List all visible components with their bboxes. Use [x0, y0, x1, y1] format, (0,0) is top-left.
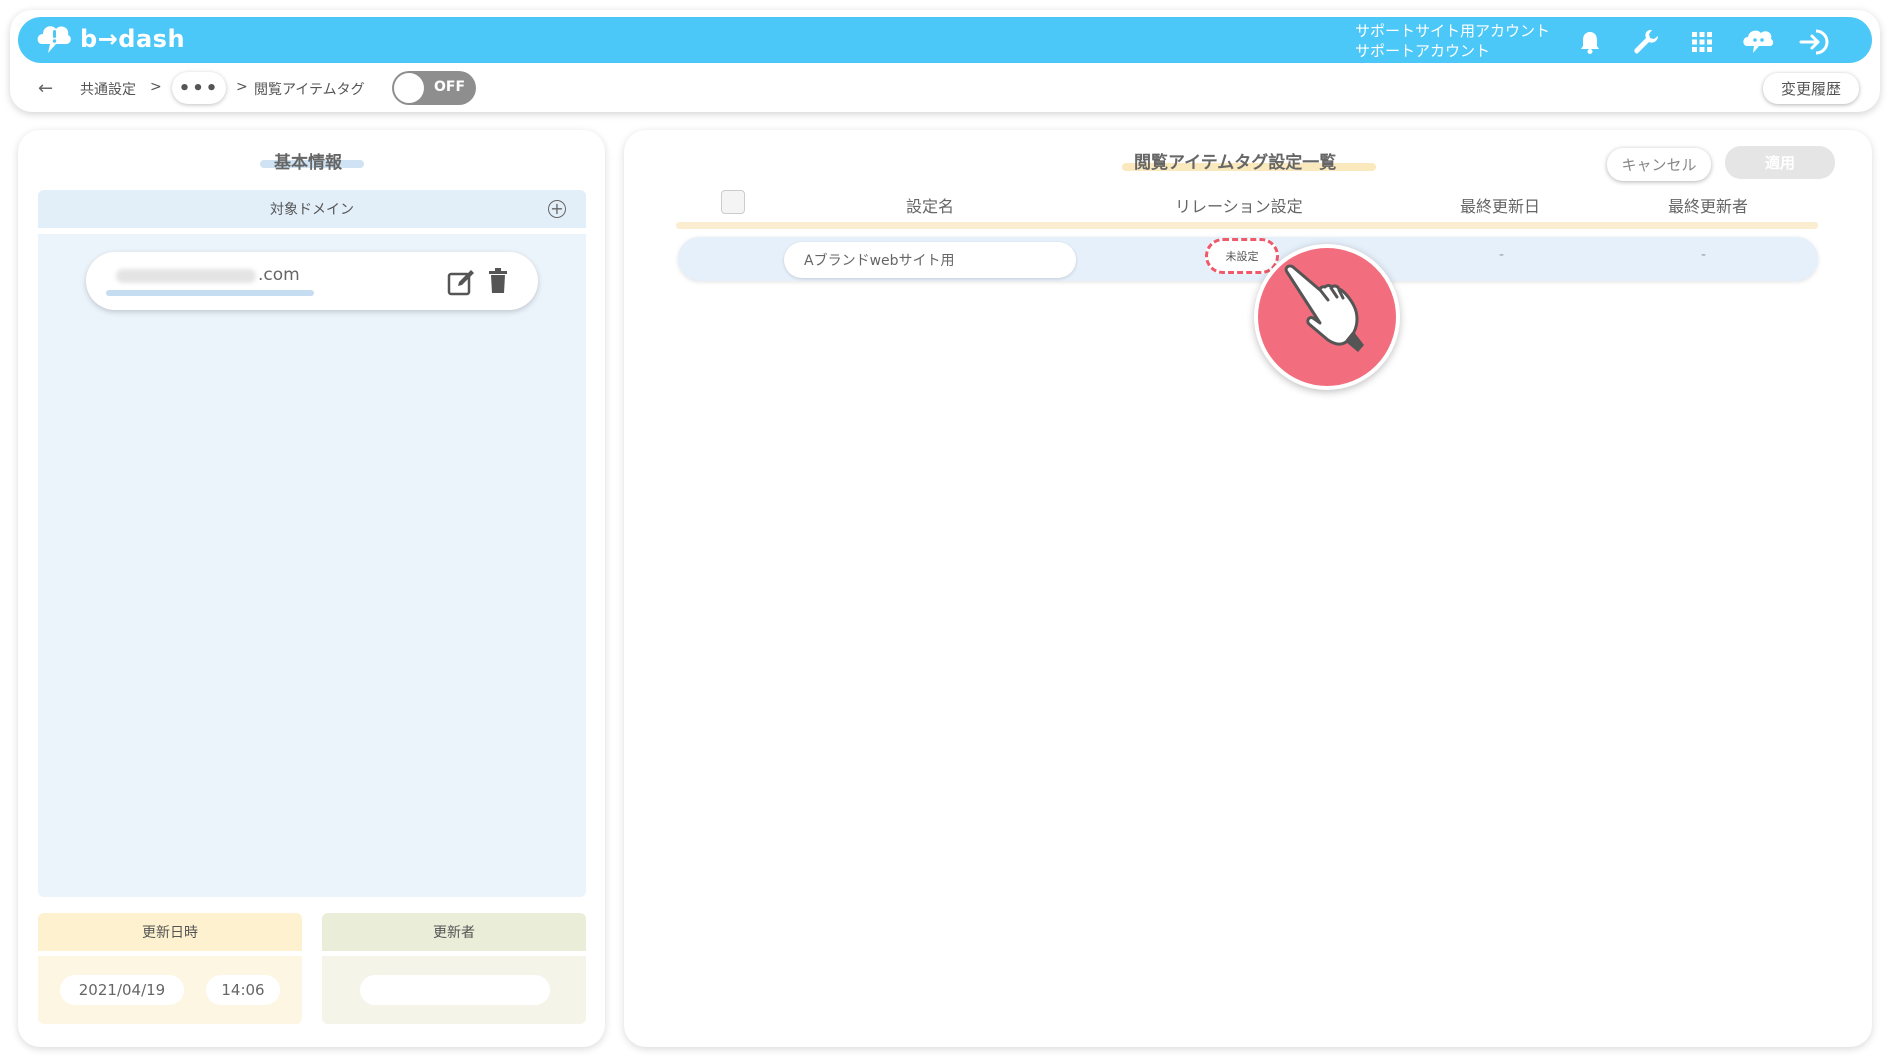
logout-icon[interactable] [1798, 26, 1830, 58]
target-domain-header: 対象ドメイン + [38, 190, 586, 228]
wrench-icon[interactable] [1630, 26, 1662, 58]
basic-info-title: 基本情報 [274, 153, 342, 173]
updated-at-body: 2021/04/19 14:06 [38, 956, 302, 1024]
cancel-button[interactable]: キャンセル [1607, 148, 1711, 181]
apply-button[interactable]: 適用 [1725, 146, 1835, 179]
tag-settings-title: 閲覧アイテムタグ設定一覧 [1134, 153, 1337, 173]
breadcrumb-item-common[interactable]: 共通設定 [80, 79, 136, 99]
account-sub: サポートアカウント [1355, 42, 1491, 60]
updated-date: 2021/04/19 [60, 975, 184, 1005]
breadcrumb: ← 共通設定 > ••• > 閲覧アイテムタグ OFF 変更履歴 [0, 70, 1890, 106]
column-header-name: 設定名 [906, 197, 955, 216]
target-domain-label: 対象ドメイン [270, 202, 354, 218]
domain-item[interactable]: .com [86, 252, 538, 310]
toggle-knob [394, 73, 424, 103]
updater-header: 更新者 [322, 913, 586, 951]
change-history-button[interactable]: 変更履歴 [1763, 73, 1859, 104]
domain-redacted [116, 269, 256, 283]
breadcrumb-separator: > [236, 79, 248, 95]
breadcrumb-more-button[interactable]: ••• [172, 72, 226, 104]
breadcrumb-current: 閲覧アイテムタグ [254, 82, 365, 98]
updater-value [360, 975, 550, 1005]
domain-suffix: .com [258, 265, 300, 285]
account-name: サポートサイト用アカウント [1355, 22, 1551, 40]
updated-at-header: 更新日時 [38, 913, 302, 951]
bell-icon[interactable] [1574, 26, 1606, 58]
updater-body [322, 956, 586, 1024]
breadcrumb-separator: > [150, 79, 162, 95]
back-arrow-icon[interactable]: ← [38, 78, 53, 99]
app-logo[interactable]: b→dash [36, 22, 185, 56]
column-header-relation: リレーション設定 [1175, 197, 1303, 216]
apps-grid-icon[interactable] [1686, 26, 1718, 58]
basic-info-panel: 基本情報 対象ドメイン + .com 更新日時 2021/04/19 14:06… [18, 130, 605, 1047]
domain-underline [106, 290, 314, 296]
hand-pointer-icon [1284, 264, 1364, 352]
logo-cloud-icon [37, 26, 71, 53]
updated-time: 14:06 [206, 975, 280, 1005]
edit-icon[interactable] [447, 268, 475, 296]
chat-robot-icon[interactable] [1742, 26, 1774, 58]
domain-list: .com [38, 234, 586, 897]
setting-name[interactable]: Aブランドwebサイト用 [784, 242, 1076, 278]
column-header-updater: 最終更新者 [1668, 197, 1749, 216]
select-all-checkbox[interactable] [721, 190, 745, 214]
account-info[interactable]: サポートサイト用アカウント サポートアカウント [1355, 21, 1550, 61]
toggle-label: OFF [434, 79, 466, 95]
logo-text: b→dash [80, 25, 186, 53]
click-pointer [1254, 244, 1400, 390]
add-domain-icon[interactable]: + [548, 200, 566, 218]
last-updater-value: - [1701, 247, 1707, 263]
enable-toggle[interactable]: OFF [392, 71, 476, 105]
table-header-divider [676, 222, 1818, 229]
column-header-updated-date: 最終更新日 [1460, 197, 1541, 216]
delete-icon[interactable] [488, 268, 508, 294]
last-updated-value: - [1499, 247, 1505, 263]
